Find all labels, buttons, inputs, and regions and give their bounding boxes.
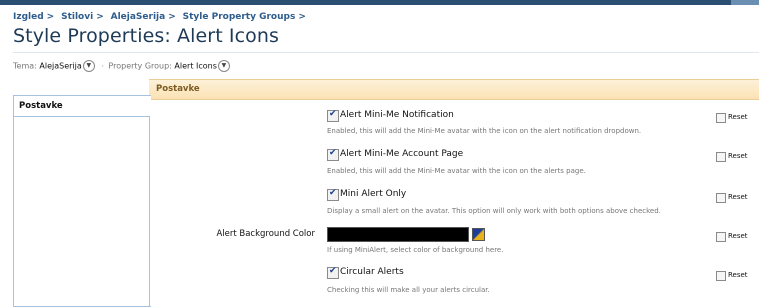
option-hint: Checking this will make all your alerts …	[327, 286, 490, 294]
reset-label: Reset	[728, 271, 748, 279]
breadcrumb-separator: >	[46, 12, 55, 22]
color-picker-icon[interactable]	[472, 228, 485, 241]
option-row-label: Alert Background Color	[216, 229, 315, 239]
theme-label: Tema:	[13, 61, 37, 71]
reset-checkbox[interactable]	[716, 113, 726, 123]
filter-separator: ·	[101, 61, 104, 71]
breadcrumb-separator: >	[96, 12, 104, 22]
option-hint: If using MiniAlert, select color of back…	[327, 246, 504, 254]
option-label: Alert Mini-Me Account Page	[340, 149, 464, 159]
section-header: Postavke	[149, 79, 759, 100]
option-row-circular-alerts: Circular Alerts Checking this will make …	[150, 266, 759, 297]
option-label: Alert Mini-Me Notification	[340, 110, 454, 120]
top-header-bar	[0, 0, 759, 5]
reset-checkbox[interactable]	[716, 152, 726, 162]
breadcrumb: Izgled > Stilovi > AlejaSerija > Style Prop…	[13, 12, 310, 22]
title-divider	[13, 52, 759, 53]
breadcrumb-izgled[interactable]: Izgled	[13, 12, 44, 22]
reset-label: Reset	[728, 232, 748, 240]
reset-checkbox[interactable]	[716, 271, 726, 281]
breadcrumb-alejaserija[interactable]: AlejaSerija	[111, 12, 166, 22]
option-label: Circular Alerts	[340, 267, 404, 277]
option-row-alert-background-color: Alert Background Color If using MiniAler…	[150, 227, 759, 257]
reset-checkbox[interactable]	[716, 232, 726, 242]
chevron-down-icon[interactable]: ▼	[82, 60, 95, 72]
chevron-down-icon[interactable]: ▼	[217, 60, 230, 72]
page-title: Style Properties: Alert Icons	[13, 25, 280, 47]
breadcrumb-stilovi[interactable]: Stilovi	[61, 12, 93, 22]
breadcrumb-separator: >	[168, 12, 176, 22]
mini-alert-only-checkbox[interactable]	[327, 188, 339, 201]
sidebar-tabs: Postavke	[13, 95, 151, 307]
tab-postavke[interactable]: Postavke	[14, 96, 151, 116]
option-row-mini-alert-only: Mini Alert Only Display a small alert on…	[150, 188, 759, 218]
property-group-label: Property Group:	[108, 61, 172, 71]
mini-me-notification-checkbox[interactable]	[327, 109, 339, 122]
reset-checkbox[interactable]	[716, 193, 726, 203]
reset-label: Reset	[728, 152, 748, 160]
breadcrumb-separator: >	[298, 12, 306, 22]
property-group-selector[interactable]: Alert Icons	[174, 62, 216, 71]
option-row-mini-me-account-page: Alert Mini-Me Account Page Enabled, this…	[150, 148, 759, 179]
reset-label: Reset	[728, 193, 748, 201]
circular-alerts-checkbox[interactable]	[327, 266, 339, 279]
color-value-input[interactable]	[327, 227, 469, 242]
header-accent	[731, 0, 759, 5]
option-row-mini-me-notification: Alert Mini-Me Notification Enabled, this…	[150, 109, 759, 140]
option-label: Mini Alert Only	[340, 189, 407, 199]
option-hint: Enabled, this will add the Mini-Me avata…	[327, 167, 586, 175]
breadcrumb-style-property-groups[interactable]: Style Property Groups	[183, 12, 296, 22]
tab-divider	[13, 116, 150, 117]
reset-label: Reset	[728, 113, 748, 121]
mini-me-account-page-checkbox[interactable]	[327, 148, 339, 161]
option-hint: Display a small alert on the avatar. Thi…	[327, 207, 661, 215]
option-hint: Enabled, this will add the Mini-Me avata…	[327, 127, 642, 135]
theme-selector[interactable]: AlejaSerija	[39, 62, 81, 71]
filter-bar: Tema: AlejaSerija ▼ · Property Group: Ale…	[13, 60, 230, 72]
